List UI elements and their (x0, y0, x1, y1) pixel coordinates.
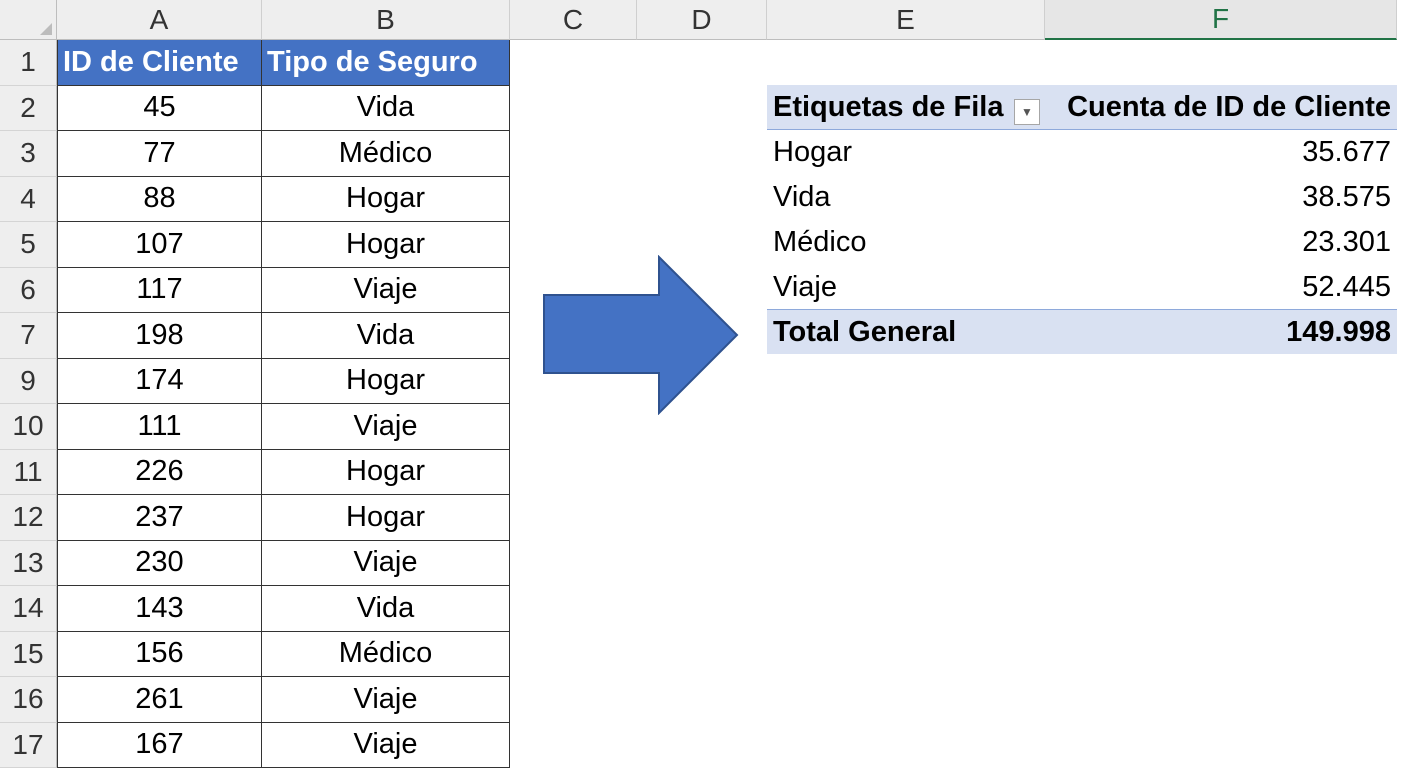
cell-tipo-seguro[interactable]: Vida (262, 85, 510, 131)
cell-id-cliente[interactable]: 88 (57, 176, 262, 222)
cell-id-cliente[interactable]: 167 (57, 722, 262, 768)
pivot-row-value[interactable]: 23.301 (1045, 220, 1397, 265)
row-header[interactable]: 11 (0, 449, 57, 495)
pivot-row-label[interactable]: Médico (767, 220, 1045, 265)
column-header-e[interactable]: E (767, 0, 1045, 40)
cell-id-cliente[interactable]: 77 (57, 131, 262, 177)
pivot-total-label-text: Total General (773, 315, 957, 348)
pivot-total-label[interactable]: Total General (767, 309, 1045, 354)
cell-tipo-seguro[interactable]: Médico (262, 631, 510, 677)
cell-id-cliente[interactable]: 156 (57, 631, 262, 677)
column-header-a[interactable]: A (57, 0, 262, 40)
cell-id-cliente[interactable]: 45 (57, 85, 262, 131)
cell-id-cliente[interactable]: 198 (57, 313, 262, 359)
row-header[interactable]: 14 (0, 586, 57, 632)
cell-tipo-seguro[interactable]: Médico (262, 131, 510, 177)
right-arrow-icon (543, 255, 739, 415)
pivot-row-value[interactable]: 52.445 (1045, 265, 1397, 310)
pivot-row-value[interactable]: 35.677 (1045, 130, 1397, 175)
cell-tipo-seguro[interactable]: Viaje (262, 677, 510, 723)
header-cell-tipo-seguro[interactable]: Tipo de Seguro (262, 40, 510, 86)
cell-id-cliente[interactable]: 117 (57, 267, 262, 313)
row-header[interactable]: 1 (0, 40, 57, 86)
row-header[interactable]: 7 (0, 313, 57, 359)
cell-tipo-seguro[interactable]: Hogar (262, 358, 510, 404)
pivot-row-labels-header[interactable]: Etiquetas de Fila (767, 85, 1045, 130)
row-header[interactable]: 4 (0, 176, 57, 222)
cell-id-cliente[interactable]: 226 (57, 449, 262, 495)
cell-tipo-seguro[interactable]: Viaje (262, 267, 510, 313)
pivot-row-label[interactable]: Hogar (767, 130, 1045, 175)
pivot-row-labels-header-text: Etiquetas de Fila (773, 90, 1004, 123)
pivot-total-value-text: 149.998 (1286, 315, 1391, 348)
pivot-row-value[interactable]: 38.575 (1045, 175, 1397, 220)
header-cell-id-cliente[interactable]: ID de Cliente (57, 40, 262, 86)
filter-dropdown-icon[interactable]: ▼ (1014, 99, 1040, 125)
cell-id-cliente[interactable]: 143 (57, 586, 262, 632)
row-header[interactable]: 16 (0, 677, 57, 723)
cell-tipo-seguro[interactable]: Viaje (262, 540, 510, 586)
cell-id-cliente[interactable]: 111 (57, 404, 262, 450)
cell-tipo-seguro[interactable]: Hogar (262, 222, 510, 268)
cell-tipo-seguro[interactable]: Vida (262, 313, 510, 359)
cell-id-cliente[interactable]: 230 (57, 540, 262, 586)
select-all-corner[interactable] (0, 0, 57, 40)
row-header[interactable]: 6 (0, 267, 57, 313)
row-header[interactable]: 10 (0, 404, 57, 450)
pivot-total-value[interactable]: 149.998 (1045, 309, 1397, 354)
cell-tipo-seguro[interactable]: Hogar (262, 449, 510, 495)
cell-id-cliente[interactable]: 261 (57, 677, 262, 723)
row-header[interactable]: 17 (0, 722, 57, 768)
column-header-c[interactable]: C (510, 0, 637, 40)
column-header-b[interactable]: B (262, 0, 510, 40)
row-header[interactable]: 15 (0, 631, 57, 677)
column-header-f[interactable]: F (1045, 0, 1397, 40)
cell-tipo-seguro[interactable]: Hogar (262, 495, 510, 541)
row-header[interactable]: 13 (0, 540, 57, 586)
cell-id-cliente[interactable]: 237 (57, 495, 262, 541)
column-header-d[interactable]: D (637, 0, 767, 40)
row-header[interactable]: 5 (0, 222, 57, 268)
cell-id-cliente[interactable]: 107 (57, 222, 262, 268)
pivot-value-header-text: Cuenta de ID de Cliente (1067, 90, 1391, 123)
cell-tipo-seguro[interactable]: Hogar (262, 176, 510, 222)
cell-tipo-seguro[interactable]: Viaje (262, 404, 510, 450)
cell-id-cliente[interactable]: 174 (57, 358, 262, 404)
pivot-value-header[interactable]: Cuenta de ID de Cliente (1045, 85, 1397, 130)
cell-tipo-seguro[interactable]: Viaje (262, 722, 510, 768)
row-header[interactable]: 3 (0, 131, 57, 177)
pivot-row-label[interactable]: Viaje (767, 265, 1045, 310)
row-header[interactable]: 2 (0, 85, 57, 131)
row-header[interactable]: 12 (0, 495, 57, 541)
pivot-row-label[interactable]: Vida (767, 175, 1045, 220)
cell-tipo-seguro[interactable]: Vida (262, 586, 510, 632)
row-header[interactable]: 9 (0, 358, 57, 404)
